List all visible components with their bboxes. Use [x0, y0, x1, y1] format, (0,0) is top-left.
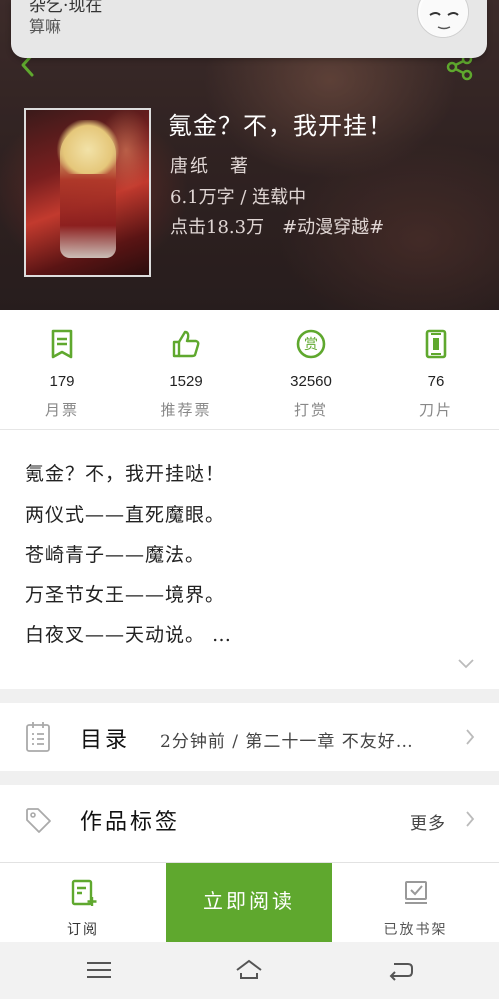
stat-reward[interactable]: 赏 32560 打赏 [249, 310, 373, 430]
stat-blade[interactable]: 76 刀片 [374, 310, 498, 430]
monthly-ticket-icon [51, 329, 73, 359]
on-shelf-button[interactable]: 已放书架 [332, 863, 499, 943]
stat-recommend-ticket[interactable]: 1529 推荐票 [124, 310, 248, 430]
tags-title: 作品标签 [80, 810, 181, 835]
notification-avatar [417, 0, 469, 38]
book-cover[interactable] [24, 108, 151, 277]
subscribe-icon [71, 879, 97, 906]
description-line: 氪金？不，我开挂哒！ [25, 463, 226, 485]
latest-chapter: 2分钟前 / 第二十一章 不友好… [160, 732, 414, 752]
description-line: 万圣节女王——境界。 [25, 584, 226, 606]
system-navigation-bar [0, 942, 499, 999]
stat-value: 76 [427, 373, 445, 390]
tag-icon [26, 808, 51, 833]
stat-value: 32560 [290, 373, 332, 390]
book-clicks-genre: 点击18.3万 #动漫穿越# [170, 217, 385, 238]
section-divider [0, 771, 499, 785]
stat-label: 刀片 [418, 401, 453, 419]
description-line: 两仪式——直死魔眼。 [25, 504, 226, 526]
book-author[interactable]: 唐纸 著 [170, 152, 250, 178]
subscribe-label: 订阅 [67, 922, 99, 938]
tags-more-link[interactable]: 更多 [410, 809, 446, 834]
bookshelf-added-icon [405, 881, 427, 904]
chevron-right-icon [466, 811, 475, 827]
tags-row[interactable]: 作品标签 更多 [0, 785, 499, 853]
chevron-down-icon[interactable] [456, 657, 476, 671]
stat-value: 179 [49, 373, 75, 390]
back-icon[interactable] [386, 956, 416, 984]
notification-banner[interactable]: 杂乞·现在 算嘛 [11, 0, 487, 58]
stats-bar: 179 月票 1529 推荐票 赏 32560 打赏 76 刀片 [0, 310, 499, 430]
description-line: 白夜叉——天动说。 … [25, 624, 233, 646]
menu-icon[interactable] [84, 956, 114, 984]
reward-icon: 赏 [296, 329, 326, 359]
bottom-action-bar: 订阅 立即阅读 已放书架 [0, 862, 499, 943]
stat-value: 1529 [169, 373, 203, 390]
stat-label: 打赏 [293, 401, 328, 419]
chevron-right-icon [466, 729, 475, 745]
book-word-count-status: 6.1万字 / 连载中 [170, 187, 307, 208]
thumbs-up-icon [172, 330, 200, 358]
notification-body: 算嘛 [29, 17, 62, 36]
section-divider [0, 689, 499, 703]
description-line: 苍崎青子——魔法。 [25, 544, 206, 566]
svg-text:赏: 赏 [304, 337, 318, 353]
subscribe-button[interactable]: 订阅 [0, 863, 166, 943]
on-shelf-label: 已放书架 [383, 922, 448, 938]
stat-label: 月票 [44, 401, 79, 419]
catalog-row[interactable]: 目录 2分钟前 / 第二十一章 不友好… [0, 703, 499, 771]
home-icon[interactable] [234, 956, 264, 984]
cover-hair [56, 120, 120, 174]
stat-label: 推荐票 [160, 401, 212, 419]
book-title: 氪金？不，我开挂！ [168, 112, 393, 140]
blade-icon [425, 329, 447, 359]
stat-monthly-ticket[interactable]: 179 月票 [0, 310, 124, 430]
catalog-list-icon [26, 722, 50, 752]
read-now-button[interactable]: 立即阅读 [166, 863, 332, 943]
catalog-title: 目录 [80, 728, 131, 753]
